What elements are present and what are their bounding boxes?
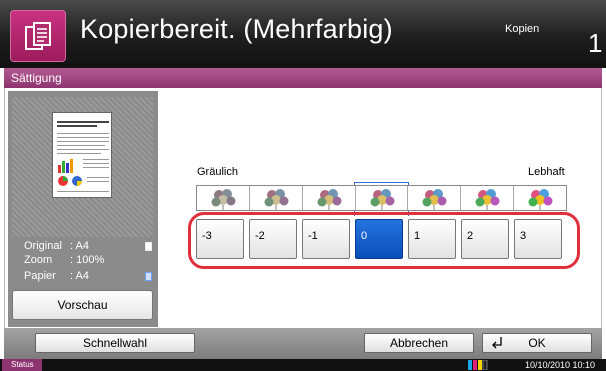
saturation-option-button[interactable]: -1 bbox=[302, 219, 350, 259]
toner-icon bbox=[468, 360, 488, 370]
balloon-sample-icon bbox=[197, 186, 250, 210]
preview-button[interactable]: Vorschau bbox=[12, 290, 153, 320]
zoom-value: : 100% bbox=[70, 254, 105, 266]
high-saturation-label: Lebhaft bbox=[528, 166, 565, 178]
saturation-option-button[interactable]: 1 bbox=[408, 219, 456, 259]
saturation-option-button[interactable]: 2 bbox=[461, 219, 509, 259]
zoom-label: Zoom bbox=[24, 254, 53, 266]
header-bar: Kopierbereit. (Mehrfarbig) Kopien 1 bbox=[0, 0, 606, 68]
ok-label: OK bbox=[528, 336, 546, 350]
saturation-option-button[interactable]: -2 bbox=[249, 219, 297, 259]
saturation-option-button[interactable]: 3 bbox=[514, 219, 562, 259]
balloon-sample-icon bbox=[249, 186, 303, 210]
ok-button[interactable]: OK bbox=[482, 333, 592, 353]
balloon-sample-icon bbox=[355, 186, 409, 210]
quick-setup-button[interactable]: Schnellwahl bbox=[35, 333, 195, 353]
original-label: Original bbox=[24, 240, 62, 252]
datetime: 10/10/2010 10:10 bbox=[525, 360, 596, 370]
document-thumbnail bbox=[52, 112, 112, 198]
saturation-option-button[interactable]: -3 bbox=[196, 219, 244, 259]
balloon-sample-icon bbox=[302, 186, 356, 210]
saturation-option-button[interactable]: 0 bbox=[355, 219, 403, 259]
copies-label: Kopien bbox=[505, 23, 540, 35]
zoom-info: Zoom : 100% bbox=[24, 254, 104, 266]
status-bar: Status 10/10/2010 10:10 bbox=[0, 359, 606, 371]
paper-label: Papier bbox=[24, 270, 56, 282]
balloon-sample-icon bbox=[514, 186, 567, 210]
portrait-orientation-icon bbox=[145, 242, 152, 251]
balloon-sample-icon bbox=[408, 186, 462, 210]
section-title: Sättigung bbox=[4, 68, 602, 88]
enter-icon bbox=[492, 337, 502, 349]
original-value: : A4 bbox=[70, 240, 89, 252]
low-saturation-label: Gräulich bbox=[197, 166, 238, 178]
cancel-button[interactable]: Abbrechen bbox=[364, 333, 474, 353]
original-info: Original : A4 bbox=[24, 240, 89, 252]
paper-info: Papier : A4 bbox=[24, 270, 89, 282]
copy-icon bbox=[10, 10, 66, 62]
paper-value: : A4 bbox=[70, 270, 89, 282]
paper-tray-icon bbox=[145, 272, 152, 281]
copy-count: 1 bbox=[588, 28, 603, 58]
status-button[interactable]: Status bbox=[2, 359, 42, 371]
page-title: Kopierbereit. (Mehrfarbig) bbox=[80, 14, 393, 44]
balloon-sample-icon bbox=[461, 186, 515, 210]
saturation-scale bbox=[196, 185, 567, 211]
